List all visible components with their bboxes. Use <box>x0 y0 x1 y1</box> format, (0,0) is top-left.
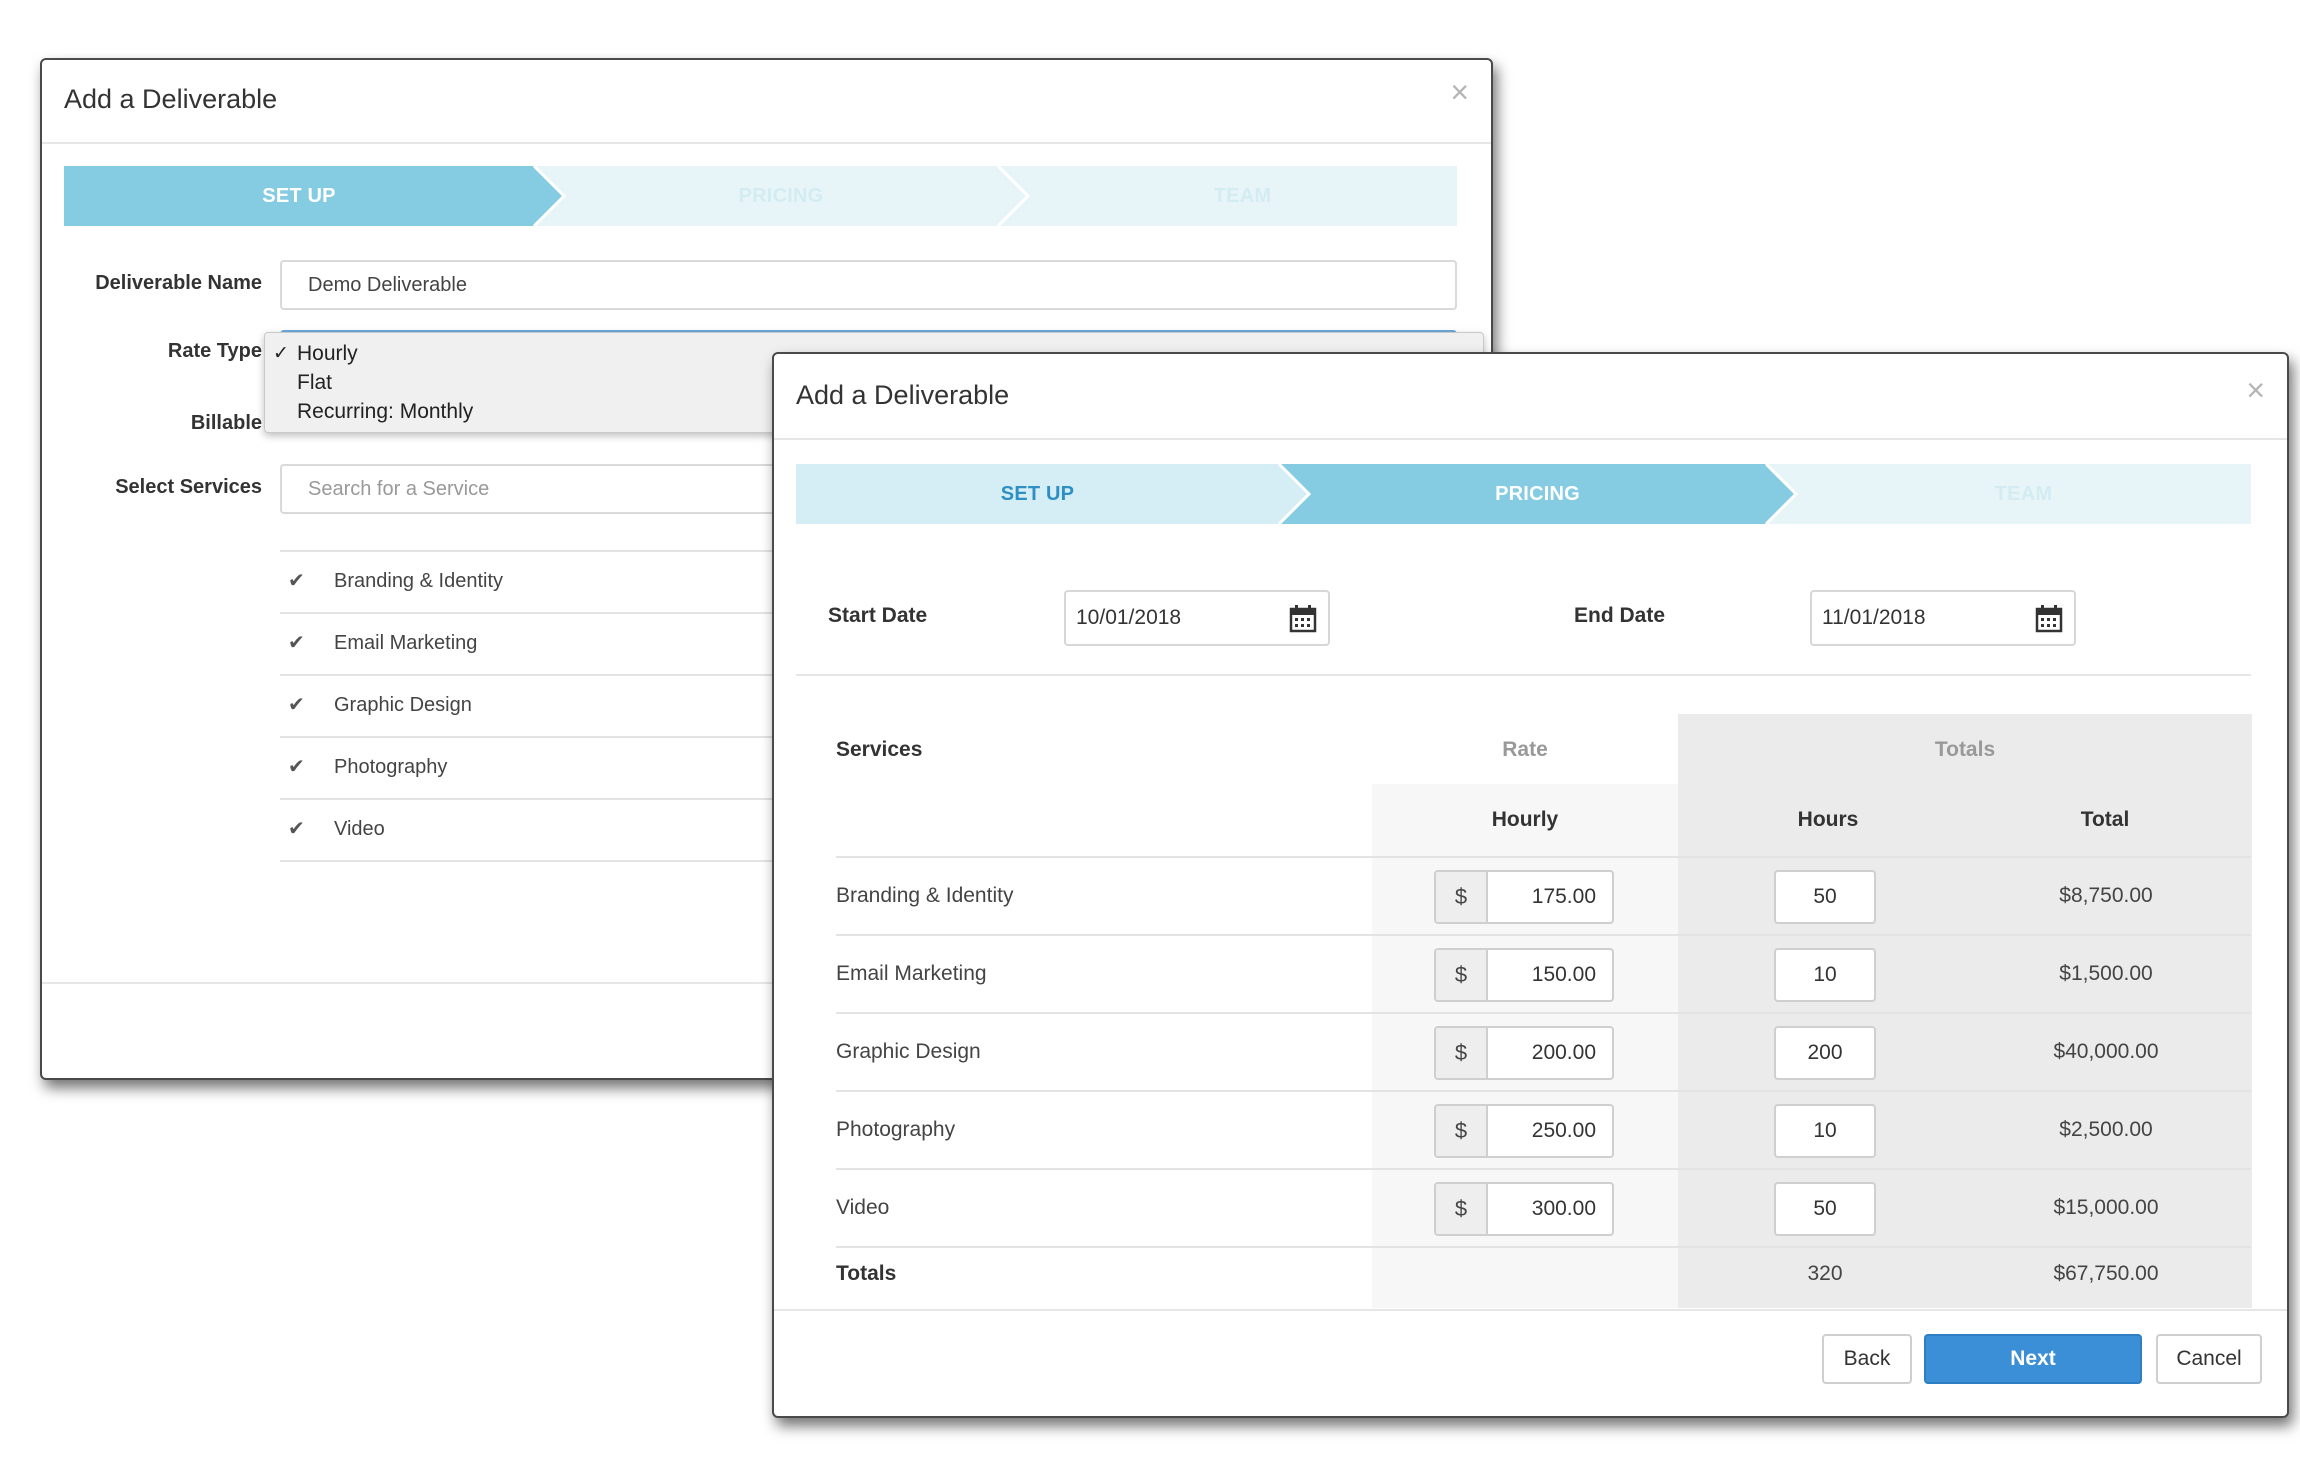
modal-header: Add a Deliverable × <box>42 60 1491 144</box>
row-divider <box>836 1246 2251 1248</box>
step-team[interactable]: TEAM <box>1028 166 1457 226</box>
close-icon[interactable]: × <box>2246 374 2265 406</box>
dollar-icon: $ <box>1436 950 1488 1000</box>
dollar-icon: $ <box>1436 1184 1488 1234</box>
rate-type-label: Rate Type <box>167 340 262 362</box>
service-name: Branding & Identity <box>334 570 503 592</box>
row-divider <box>836 1168 2251 1170</box>
row-divider <box>836 934 2251 936</box>
service-name: Video <box>334 818 385 840</box>
row-divider <box>836 1090 2251 1092</box>
row-divider <box>836 1012 2251 1014</box>
check-icon: ✔ <box>288 818 305 840</box>
check-icon: ✔ <box>288 632 305 654</box>
service-name: Video <box>836 1196 890 1219</box>
checkmark-icon: ✓ <box>273 343 289 364</box>
calendar-icon[interactable] <box>2032 602 2066 636</box>
service-name: Email Marketing <box>836 962 987 985</box>
rate-value: 200.00 <box>1531 1041 1596 1064</box>
close-icon[interactable]: × <box>1450 76 1469 108</box>
end-date-field[interactable]: 11/01/2018 <box>1810 590 2076 646</box>
rate-value: 300.00 <box>1531 1197 1596 1220</box>
check-icon: ✔ <box>288 756 305 778</box>
billable-label: Billable <box>190 412 262 434</box>
wizard-steps: SET UP PRICING TEAM <box>64 166 1457 226</box>
hours-input[interactable]: 10 <box>1774 1104 1876 1158</box>
dollar-icon: $ <box>1436 1028 1488 1078</box>
services-header: Services <box>836 738 923 761</box>
hourly-rate-input[interactable]: $ 150.00 <box>1434 948 1614 1002</box>
dollar-icon: $ <box>1436 872 1488 922</box>
modal-title: Add a Deliverable <box>64 84 278 114</box>
service-name: Graphic Design <box>836 1040 981 1063</box>
footer-divider <box>774 1309 2287 1311</box>
row-divider <box>836 856 2251 858</box>
next-button[interactable]: Next <box>1924 1334 2142 1384</box>
wizard-steps: SET UP PRICING TEAM <box>796 464 2251 524</box>
rate-value: 150.00 <box>1531 963 1596 986</box>
option-label: Hourly <box>297 342 358 365</box>
option-label: Flat <box>297 371 333 394</box>
hourly-rate-input[interactable]: $ 175.00 <box>1434 870 1614 924</box>
service-name: Branding & Identity <box>836 884 1014 907</box>
service-name: Email Marketing <box>334 632 478 654</box>
service-name: Graphic Design <box>334 694 472 716</box>
check-icon: ✔ <box>288 694 305 716</box>
deliverable-name-label: Deliverable Name <box>95 272 262 294</box>
deliverable-name-input[interactable]: Demo Deliverable <box>280 260 1457 310</box>
hours-input[interactable]: 50 <box>1774 1182 1876 1236</box>
hourly-rate-input[interactable]: $ 250.00 <box>1434 1104 1614 1158</box>
modal-title: Add a Deliverable <box>796 380 1010 410</box>
totals-label: Totals <box>836 1262 897 1285</box>
hours-input[interactable]: 200 <box>1774 1026 1876 1080</box>
step-team[interactable]: TEAM <box>1796 464 2251 524</box>
total-hours: 320 <box>1807 1262 1843 1285</box>
hours-input[interactable]: 50 <box>1774 870 1876 924</box>
option-label: Recurring: Monthly <box>297 400 474 423</box>
select-services-label: Select Services <box>115 476 262 498</box>
row-total: $1,500.00 <box>2059 962 2153 985</box>
hourly-header: Hourly <box>1491 808 1559 831</box>
dollar-icon: $ <box>1436 1106 1488 1156</box>
back-button[interactable]: Back <box>1822 1334 1912 1384</box>
hours-header: Hours <box>1797 808 1859 831</box>
start-date-label: Start Date <box>828 604 928 627</box>
hours-input[interactable]: 10 <box>1774 948 1876 1002</box>
start-date-field[interactable]: 10/01/2018 <box>1064 590 1330 646</box>
rate-header: Rate <box>1502 738 1548 761</box>
total-header: Total <box>2080 808 2130 831</box>
hourly-rate-input[interactable]: $ 200.00 <box>1434 1026 1614 1080</box>
totals-header: Totals <box>1934 738 1996 761</box>
step-setup[interactable]: SET UP <box>796 464 1279 524</box>
calendar-icon[interactable] <box>1286 602 1320 636</box>
service-name: Photography <box>836 1118 956 1141</box>
end-date-value: 11/01/2018 <box>1822 606 1926 629</box>
row-total: $2,500.00 <box>2059 1118 2153 1141</box>
hourly-rate-input[interactable]: $ 300.00 <box>1434 1182 1614 1236</box>
start-date-value: 10/01/2018 <box>1076 606 1182 629</box>
check-icon: ✔ <box>288 570 305 592</box>
row-total: $40,000.00 <box>2053 1040 2159 1063</box>
step-pricing[interactable]: PRICING <box>1309 464 1766 524</box>
service-name: Photography <box>334 756 448 778</box>
step-pricing[interactable]: PRICING <box>564 166 998 226</box>
end-date-label: End Date <box>1574 604 1666 627</box>
rate-value: 175.00 <box>1531 885 1596 908</box>
step-setup[interactable]: SET UP <box>64 166 534 226</box>
add-deliverable-modal-pricing: Add a Deliverable × SET UP PRICING TEAM … <box>772 352 2289 1418</box>
modal-header: Add a Deliverable × <box>774 354 2287 440</box>
cancel-button[interactable]: Cancel <box>2156 1334 2262 1384</box>
date-divider <box>796 674 2251 676</box>
row-total: $8,750.00 <box>2059 884 2153 907</box>
rate-value: 250.00 <box>1531 1119 1596 1142</box>
grand-total: $67,750.00 <box>2053 1262 2159 1285</box>
row-total: $15,000.00 <box>2053 1196 2159 1219</box>
